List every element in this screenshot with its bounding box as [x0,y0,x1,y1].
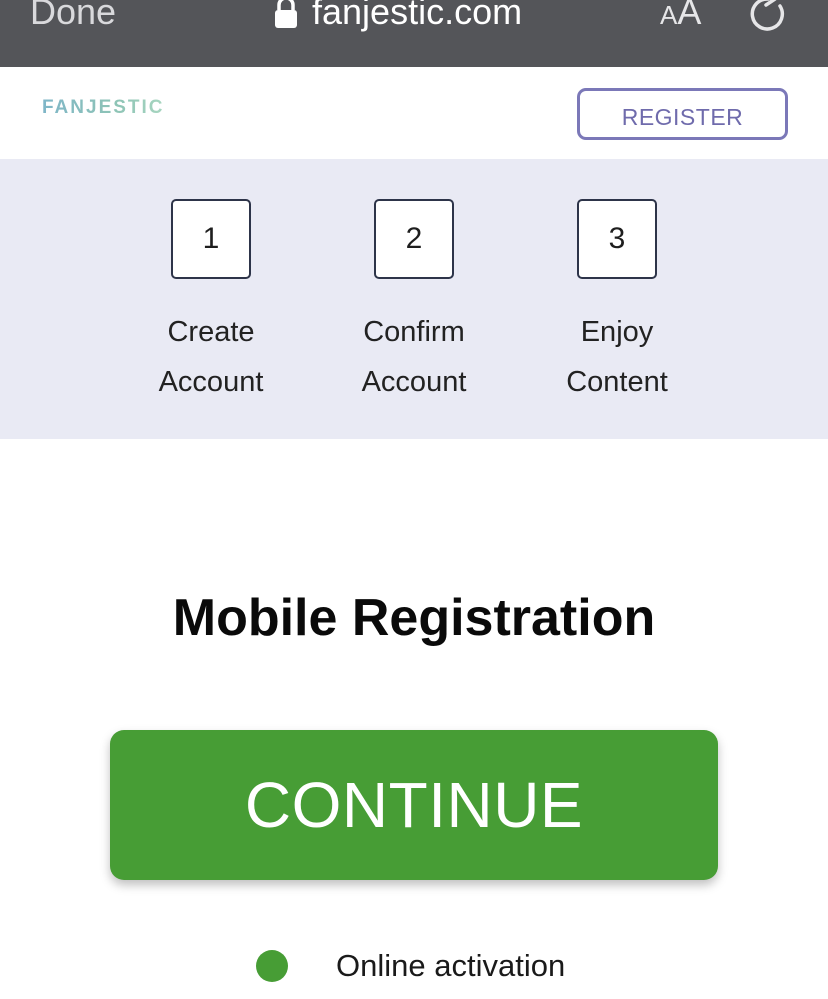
address-bar[interactable]: fanjestic.com [274,0,522,34]
step-label-line: Account [158,366,264,398]
step-label-line: Create [167,316,255,348]
step-number: 3 [577,199,657,279]
lock-icon [274,0,298,30]
step-label: Confirm Account [314,307,514,407]
browser-toolbar: Done fanjestic.com AA [0,0,828,67]
activation-label: Online activation [336,948,566,983]
reload-icon[interactable] [746,0,790,36]
step-label-line: Confirm [363,316,465,348]
site-header: FANJESTIC REGISTER [0,67,828,159]
step-enjoy-content: 3 Enjoy Content [517,199,717,407]
step-label: Create Account [111,307,311,407]
online-activation-status: Online activation [256,944,565,988]
text-size-big-glyph: A [677,0,702,32]
register-button[interactable]: REGISTER [577,88,788,140]
done-button[interactable]: Done [30,0,116,34]
text-size-button[interactable]: AA [660,0,701,42]
url-text: fanjestic.com [312,0,523,32]
register-button-label: REGISTER [621,103,744,130]
registration-steps: 1 Create Account 2 Confirm Account 3 Enj… [0,159,828,439]
step-create-account: 1 Create Account [111,199,311,407]
step-number: 1 [171,199,251,279]
status-dot-icon [256,950,288,982]
continue-button[interactable]: CONTINUE [110,730,718,880]
fanjestic-logo[interactable]: FANJESTIC [42,97,165,119]
step-label-line: Account [361,366,467,398]
step-confirm-account: 2 Confirm Account [314,199,514,407]
step-label-line: Enjoy [580,316,654,348]
step-label: Enjoy Content [517,307,717,407]
step-label-line: Content [566,366,668,398]
text-size-small-glyph: A [660,0,678,30]
page-title: Mobile Registration [172,589,656,647]
step-number: 2 [374,199,454,279]
